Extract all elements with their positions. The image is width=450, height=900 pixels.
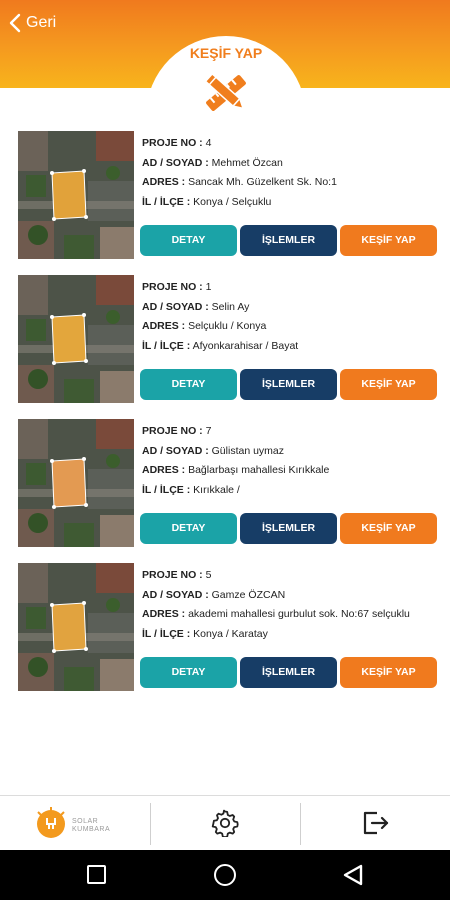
city-row: İL / İLÇE : Konya / Selçuklu: [142, 195, 442, 215]
detay-button[interactable]: DETAY: [140, 657, 237, 688]
name-label: AD / SOYAD :: [142, 588, 209, 601]
address-row: ADRES : Selçuklu / Konya: [142, 319, 442, 339]
city-label: İL / İLÇE :: [142, 627, 191, 640]
address-value: Selçuklu / Konya: [188, 320, 267, 332]
islemler-button[interactable]: İŞLEMLER: [240, 225, 337, 256]
address-row: ADRES : Sancak Mh. Güzelkent Sk. No:1: [142, 175, 442, 195]
address-row: ADRES : akademi mahallesi gurbulut sok. …: [142, 607, 442, 627]
project-no-row: PROJE NO : 7: [142, 424, 442, 444]
kesif-yap-button[interactable]: KEŞİF YAP: [340, 657, 437, 688]
project-no-value: 5: [205, 569, 212, 581]
address-value: Sancak Mh. Güzelkent Sk. No:1: [188, 176, 337, 188]
name-label: AD / SOYAD :: [142, 156, 209, 169]
project-info: PROJE NO : 5 AD / SOYAD : Gamze ÖZCAN AD…: [142, 568, 442, 646]
city-row: İL / İLÇE : Konya / Karatay: [142, 627, 442, 647]
kesif-yap-button[interactable]: KEŞİF YAP: [340, 513, 437, 544]
address-value: akademi mahallesi gurbulut sok. No:67 se…: [188, 608, 410, 620]
project-info: PROJE NO : 7 AD / SOYAD : Gülistan uymaz…: [142, 424, 442, 502]
logo-text-solar: SOLAR: [72, 818, 99, 825]
project-no-label: PROJE NO :: [142, 137, 203, 149]
project-card: PROJE NO : 1 AD / SOYAD : Selin Ay ADRES…: [0, 272, 450, 416]
logout-icon[interactable]: [360, 808, 390, 838]
aerial-roof-image: [18, 131, 134, 259]
project-thumbnail[interactable]: [18, 275, 134, 403]
solar-kumbara-logo[interactable]: SOLAR KUMBARA: [34, 804, 124, 844]
name-label: AD / SOYAD :: [142, 300, 209, 313]
bottom-divider: [150, 803, 151, 845]
city-value: Konya / Karatay: [193, 627, 268, 640]
recent-apps-icon[interactable]: [87, 865, 106, 884]
aerial-roof-image: [18, 275, 134, 403]
project-no-value: 7: [205, 425, 212, 437]
project-thumbnail[interactable]: [18, 563, 134, 691]
project-no-label: PROJE NO :: [142, 281, 203, 293]
project-no-value: 1: [205, 281, 212, 293]
solar-piggy-icon: [37, 807, 65, 838]
city-label: İL / İLÇE :: [142, 339, 191, 352]
project-card: PROJE NO : 4 AD / SOYAD : Mehmet Özcan A…: [0, 128, 450, 272]
name-label: AD / SOYAD :: [142, 444, 209, 457]
islemler-button[interactable]: İŞLEMLER: [240, 657, 337, 688]
back-label: Geri: [26, 14, 57, 31]
project-no-label: PROJE NO :: [142, 425, 203, 437]
project-card: PROJE NO : 5 AD / SOYAD : Gamze ÖZCAN AD…: [0, 560, 450, 704]
address-label: ADRES :: [142, 176, 186, 188]
city-value: Afyonkarahisar / Bayat: [192, 339, 299, 352]
address-label: ADRES :: [142, 320, 186, 332]
project-no-label: PROJE NO :: [142, 569, 203, 581]
project-no-row: PROJE NO : 5: [142, 568, 442, 588]
name-value: Gülistan uymaz: [211, 444, 285, 457]
name-row: AD / SOYAD : Selin Ay: [142, 300, 442, 320]
project-no-row: PROJE NO : 1: [142, 280, 442, 300]
kesif-yap-button[interactable]: KEŞİF YAP: [340, 225, 437, 256]
project-card: PROJE NO : 7 AD / SOYAD : Gülistan uymaz…: [0, 416, 450, 560]
detay-button[interactable]: DETAY: [140, 369, 237, 400]
project-no-row: PROJE NO : 4: [142, 136, 442, 156]
home-icon[interactable]: [214, 864, 236, 886]
aerial-roof-image: [18, 563, 134, 691]
name-value: Selin Ay: [211, 300, 250, 313]
nav-back-icon[interactable]: [341, 864, 365, 886]
chevron-left-icon: [9, 13, 21, 33]
logo-text-kumbara: KUMBARA: [72, 826, 111, 833]
city-row: İL / İLÇE : Afyonkarahisar / Bayat: [142, 339, 442, 359]
name-value: Mehmet Özcan: [211, 156, 283, 169]
city-value: Konya / Selçuklu: [193, 195, 272, 208]
address-row: ADRES : Bağlarbaşı mahallesi Kırıkkale: [142, 463, 442, 483]
city-label: İL / İLÇE :: [142, 483, 191, 496]
bottom-bar: SOLAR KUMBARA: [0, 795, 450, 850]
name-value: Gamze ÖZCAN: [211, 588, 286, 601]
project-thumbnail[interactable]: [18, 131, 134, 259]
name-row: AD / SOYAD : Gamze ÖZCAN: [142, 588, 442, 608]
bottom-divider: [300, 803, 301, 845]
city-label: İL / İLÇE :: [142, 195, 191, 208]
address-label: ADRES :: [142, 608, 186, 620]
address-label: ADRES :: [142, 464, 186, 476]
detay-button[interactable]: DETAY: [140, 225, 237, 256]
name-row: AD / SOYAD : Gülistan uymaz: [142, 444, 442, 464]
project-no-value: 4: [205, 137, 212, 149]
kesif-yap-button[interactable]: KEŞİF YAP: [340, 369, 437, 400]
city-value: Kırıkkale /: [193, 483, 240, 496]
pencil-ruler-icon: [204, 72, 246, 111]
back-button[interactable]: Geri: [8, 11, 56, 35]
islemler-button[interactable]: İŞLEMLER: [240, 369, 337, 400]
name-row: AD / SOYAD : Mehmet Özcan: [142, 156, 442, 176]
address-value: Bağlarbaşı mahallesi Kırıkkale: [188, 464, 330, 476]
project-info: PROJE NO : 1 AD / SOYAD : Selin Ay ADRES…: [142, 280, 442, 358]
detay-button[interactable]: DETAY: [140, 513, 237, 544]
system-nav-bar: [0, 850, 450, 900]
project-thumbnail[interactable]: [18, 419, 134, 547]
islemler-button[interactable]: İŞLEMLER: [240, 513, 337, 544]
gear-icon[interactable]: [211, 809, 239, 837]
page-title: KEŞİF YAP: [189, 45, 263, 61]
project-info: PROJE NO : 4 AD / SOYAD : Mehmet Özcan A…: [142, 136, 442, 214]
city-row: İL / İLÇE : Kırıkkale /: [142, 483, 442, 503]
aerial-roof-image: [18, 419, 134, 547]
